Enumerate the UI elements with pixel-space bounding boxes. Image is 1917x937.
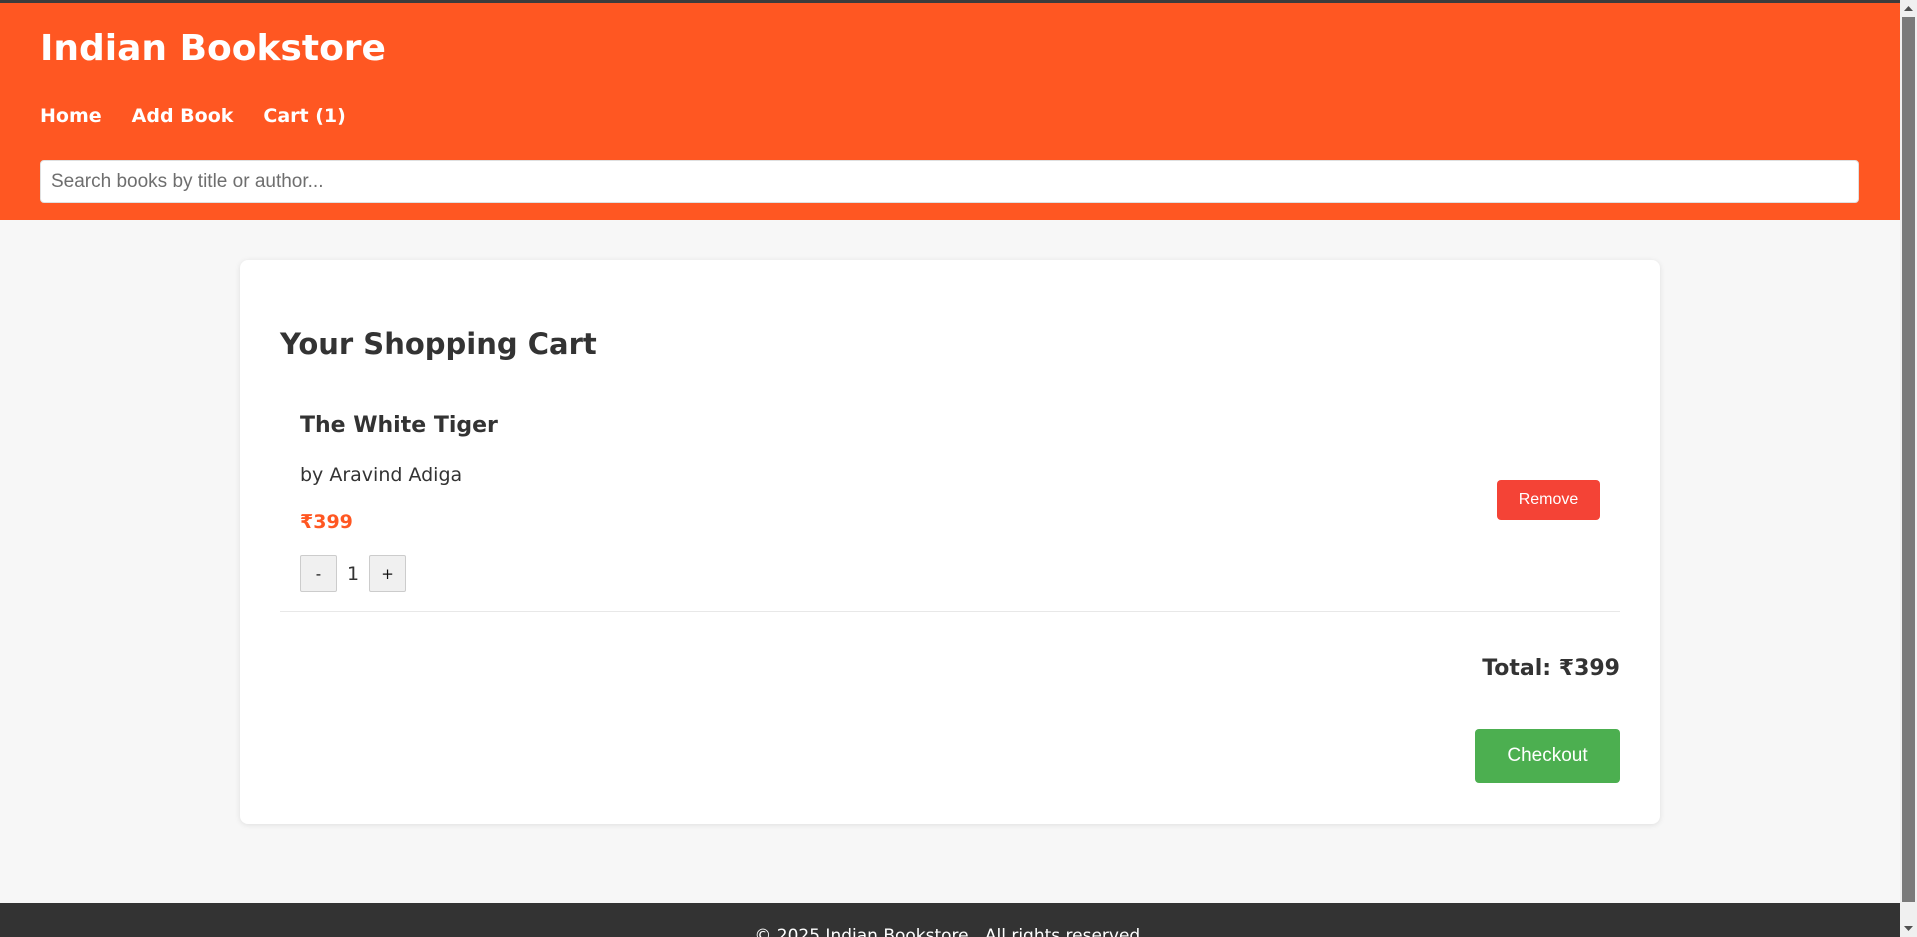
nav-cart-link[interactable]: Cart (1) (263, 103, 345, 129)
increase-quantity-button[interactable]: + (369, 555, 406, 592)
vertical-scrollbar[interactable] (1900, 0, 1917, 937)
main-nav: Home Add Book Cart (1) (40, 103, 346, 129)
quantity-stepper: - 1 + (300, 555, 406, 592)
nav-home-link[interactable]: Home (40, 103, 102, 129)
chevron-down-icon[interactable] (1900, 920, 1917, 937)
footer-copyright: © 2025 Indian Bookstore . All rights res… (754, 926, 1146, 937)
book-author: by Aravind Adiga (300, 464, 463, 486)
cart-panel: Your Shopping Cart The White Tiger by Ar… (240, 260, 1660, 824)
search-input[interactable] (40, 160, 1859, 203)
decrease-quantity-button[interactable]: - (300, 555, 337, 592)
cart-total: Total: ₹399 (1482, 656, 1620, 681)
book-price: ₹399 (300, 511, 353, 533)
cart-title: Your Shopping Cart (280, 327, 597, 361)
site-title: Indian Bookstore (40, 28, 386, 69)
remove-button[interactable]: Remove (1497, 480, 1600, 520)
quantity-value: 1 (346, 562, 360, 585)
chevron-up-icon[interactable] (1900, 0, 1917, 17)
cart-item: The White Tiger by Aravind Adiga ₹399 - … (280, 390, 1620, 612)
site-header: Indian Bookstore Home Add Book Cart (1) (0, 0, 1900, 220)
site-footer: © 2025 Indian Bookstore . All rights res… (0, 903, 1900, 937)
book-title: The White Tiger (300, 413, 498, 438)
nav-add-book-link[interactable]: Add Book (132, 103, 234, 129)
scrollbar-thumb[interactable] (1902, 17, 1915, 902)
page: Indian Bookstore Home Add Book Cart (1) … (0, 0, 1900, 937)
checkout-button[interactable]: Checkout (1475, 729, 1620, 783)
